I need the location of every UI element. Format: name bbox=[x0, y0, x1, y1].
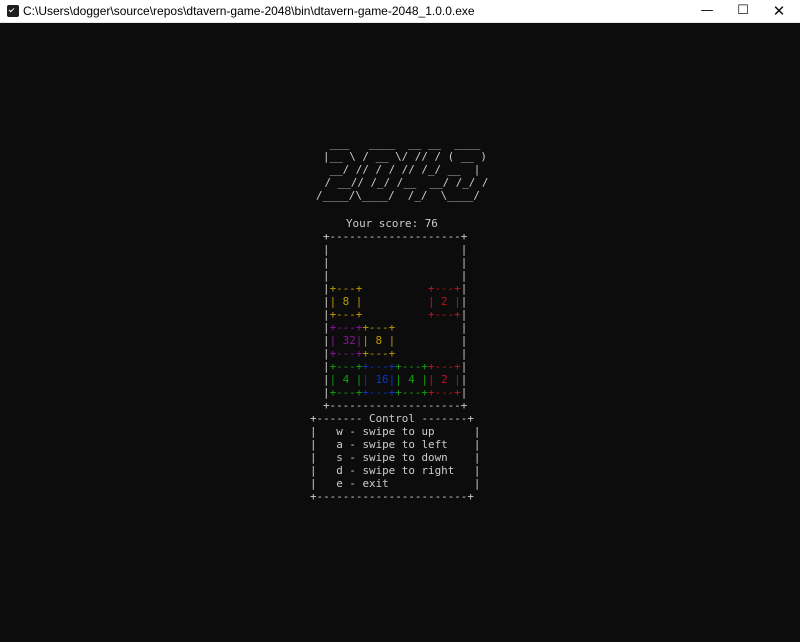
board-row-3-values: || 4 || 16|| 4 || 2 || bbox=[323, 373, 467, 386]
board-segment: | bbox=[460, 321, 468, 334]
board-empty-row: | | bbox=[323, 269, 468, 282]
tile-segment: | 4 | bbox=[329, 373, 363, 386]
console-window: C:\Users\dogger\source\repos\dtavern-gam… bbox=[0, 0, 800, 642]
tile-segment: | 2 | bbox=[427, 295, 461, 308]
console-output[interactable]: ___ ____ __ __ ____ |__ \ / __ \/ // / (… bbox=[0, 23, 800, 642]
control-item: | s - swipe to down | bbox=[310, 451, 481, 464]
tile-segment: +---+ bbox=[329, 308, 363, 321]
score-display: Your score: 76 bbox=[346, 217, 438, 230]
board-row-1-values: || 8 | | 2 || bbox=[323, 295, 467, 308]
board-top-border: +--------------------+ bbox=[323, 230, 468, 243]
tile-segment: | 4 | bbox=[395, 373, 428, 386]
board-segment bbox=[395, 347, 461, 360]
board-segment: | bbox=[460, 386, 468, 399]
logo-line: |__ \ / __ \/ // / ( __ ) bbox=[323, 150, 487, 163]
tile-segment: | 16| bbox=[362, 373, 396, 386]
board-empty-row: | | bbox=[323, 243, 468, 256]
board-row-1-top: |+---+ +---+| bbox=[323, 282, 467, 295]
tile-segment: +---+ bbox=[427, 386, 461, 399]
tile-segment: +---+ bbox=[362, 347, 396, 360]
control-item: | e - exit | bbox=[310, 477, 481, 490]
board-segment: | bbox=[460, 373, 468, 386]
tile-segment: +---+ bbox=[427, 308, 461, 321]
board-segment bbox=[362, 282, 428, 295]
board-bottom-border: +--------------------+ bbox=[323, 399, 468, 412]
board-segment bbox=[362, 308, 428, 321]
maximize-button[interactable]: ☐ bbox=[726, 0, 760, 22]
board-row-3-top: |+---++---++---++---+| bbox=[323, 360, 467, 373]
tile-segment: +---+ bbox=[329, 347, 363, 360]
close-button[interactable]: ✕ bbox=[762, 0, 796, 22]
board-segment: | bbox=[460, 295, 468, 308]
board-segment bbox=[395, 321, 461, 334]
board-row-1-bottom: |+---+ +---+| bbox=[323, 308, 467, 321]
board-segment: | bbox=[460, 360, 468, 373]
control-item: | a - swipe to left | bbox=[310, 438, 481, 451]
tile-segment: +---+ bbox=[395, 386, 428, 399]
controls-footer: +-----------------------+ bbox=[310, 490, 474, 503]
control-item: | d - swipe to right | bbox=[310, 464, 481, 477]
controls-header: +------- Control -------+ bbox=[310, 412, 474, 425]
board-segment: | bbox=[460, 308, 468, 321]
tile-segment: +---+ bbox=[329, 282, 363, 295]
console-app-icon bbox=[7, 5, 19, 17]
tile-segment: +---+ bbox=[329, 386, 363, 399]
board-row-2-values: || 32|| 8 | | bbox=[323, 334, 467, 347]
title-bar[interactable]: C:\Users\dogger\source\repos\dtavern-gam… bbox=[0, 0, 800, 23]
board-empty-row: | | bbox=[323, 256, 468, 269]
logo-line: /____/\____/ /_/ \____/ bbox=[316, 189, 480, 202]
tile-segment: | 8 | bbox=[329, 295, 363, 308]
tile-segment: | 8 | bbox=[362, 334, 396, 347]
board-row-2-top: |+---++---+ | bbox=[323, 321, 467, 334]
board-segment: | bbox=[460, 334, 468, 347]
score-label: Your score: bbox=[346, 217, 419, 230]
logo-line: __/ // / / // /_/ __ | bbox=[323, 163, 481, 176]
tile-segment: +---+ bbox=[362, 386, 396, 399]
board-row-2-bottom: |+---++---+ | bbox=[323, 347, 467, 360]
tile-segment: +---+ bbox=[362, 321, 396, 334]
window-title: C:\Users\dogger\source\repos\dtavern-gam… bbox=[23, 4, 475, 18]
logo-line: ___ ____ __ __ ____ bbox=[323, 137, 481, 150]
tile-segment: | 32| bbox=[329, 334, 363, 347]
tile-segment: +---+ bbox=[427, 282, 461, 295]
board-segment bbox=[362, 295, 428, 308]
board-segment: | bbox=[460, 282, 468, 295]
tile-segment: +---+ bbox=[329, 321, 363, 334]
board-segment bbox=[395, 334, 461, 347]
board-segment: | bbox=[460, 347, 468, 360]
minimize-button[interactable]: — bbox=[690, 0, 724, 22]
logo-line: / __// /_/ /__ __/ /_/ / bbox=[318, 176, 489, 189]
tile-segment: +---+ bbox=[395, 360, 428, 373]
tile-segment: +---+ bbox=[329, 360, 363, 373]
board-row-3-bottom: |+---++---++---++---+| bbox=[323, 386, 467, 399]
control-item: | w - swipe to up | bbox=[310, 425, 481, 438]
tile-segment: | 2 | bbox=[427, 373, 461, 386]
tile-segment: +---+ bbox=[362, 360, 396, 373]
score-value: 76 bbox=[424, 217, 438, 230]
tile-segment: +---+ bbox=[427, 360, 461, 373]
